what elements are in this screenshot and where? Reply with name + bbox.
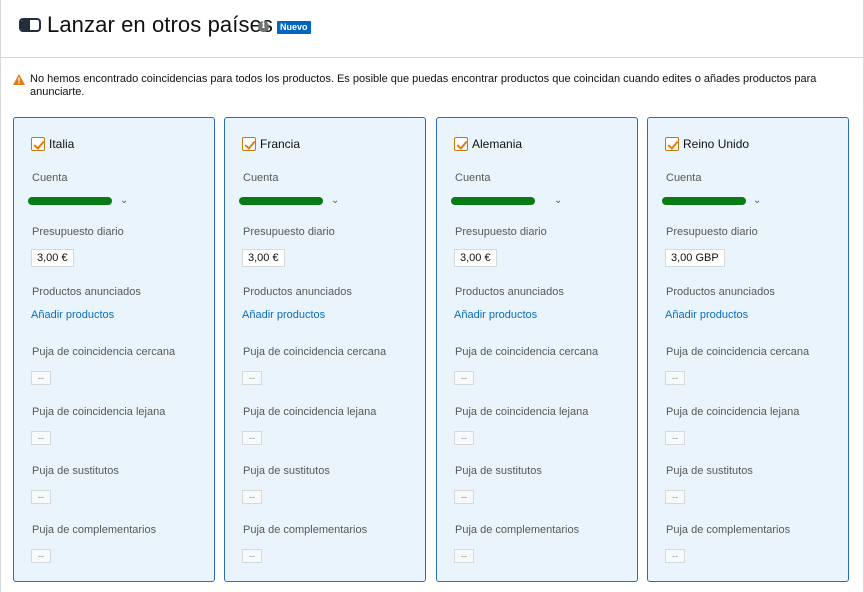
advertised-products-label: Productos anunciados <box>455 286 564 298</box>
chevron-down-icon[interactable]: ⌄ <box>331 194 339 208</box>
country-name: Italia <box>49 137 75 151</box>
page-header: Lanzar en otros países i Nuevo <box>0 0 864 58</box>
account-select[interactable]: ⌄ <box>451 194 562 208</box>
new-badge: Nuevo <box>277 21 311 34</box>
complements-bid-label: Puja de complementarios <box>455 524 580 536</box>
close-match-bid-label: Puja de coincidencia cercana <box>666 346 810 358</box>
warning-icon <box>13 74 25 85</box>
substitutes-bid-label: Puja de sustitutos <box>666 465 753 477</box>
chevron-down-icon[interactable]: ⌄ <box>753 194 761 208</box>
loose-match-bid-label: Puja de coincidencia lejana <box>243 406 377 418</box>
close-match-bid-value[interactable]: -- <box>454 371 474 385</box>
close-match-bid-label: Puja de coincidencia cercana <box>243 346 387 358</box>
advertised-products-label: Productos anunciados <box>666 286 775 298</box>
account-redaction <box>239 197 323 205</box>
daily-budget-label: Presupuesto diario <box>243 226 335 238</box>
account-redaction <box>28 197 112 205</box>
daily-budget-input[interactable]: 3,00 € <box>454 249 497 267</box>
loose-match-bid-label: Puja de coincidencia lejana <box>32 406 166 418</box>
substitutes-bid-label: Puja de sustitutos <box>32 465 119 477</box>
country-name: Francia <box>260 137 301 151</box>
advertised-products-label: Productos anunciados <box>32 286 141 298</box>
close-match-bid-label: Puja de coincidencia cercana <box>32 346 176 358</box>
marketplace-checkbox[interactable] <box>242 137 256 151</box>
panel-toggle-icon[interactable] <box>19 18 41 32</box>
daily-budget-input[interactable]: 3,00 GBP <box>665 249 725 267</box>
account-redaction <box>662 197 746 205</box>
country-name: Reino Unido <box>683 137 750 151</box>
complements-bid-value[interactable]: -- <box>31 549 51 563</box>
add-products-link[interactable]: Añadir productos <box>454 309 537 322</box>
loose-match-bid-value[interactable]: -- <box>665 431 685 445</box>
close-match-bid-label: Puja de coincidencia cercana <box>455 346 599 358</box>
country-name: Alemania <box>472 137 523 151</box>
add-products-link[interactable]: Añadir productos <box>665 309 748 322</box>
page-title: Lanzar en otros países <box>47 12 274 37</box>
daily-budget-label: Presupuesto diario <box>32 226 124 238</box>
complements-bid-value[interactable]: -- <box>242 549 262 563</box>
warning-text: No hemos encontrado coincidencias para t… <box>30 73 817 98</box>
complements-bid-label: Puja de complementarios <box>243 524 368 536</box>
substitutes-bid-label: Puja de sustitutos <box>243 465 330 477</box>
daily-budget-label: Presupuesto diario <box>455 226 547 238</box>
account-label: Cuenta <box>666 172 702 184</box>
info-icon[interactable]: i <box>258 21 269 32</box>
close-match-bid-value[interactable]: -- <box>665 371 685 385</box>
add-products-link[interactable]: Añadir productos <box>242 309 325 322</box>
loose-match-bid-label: Puja de coincidencia lejana <box>455 406 589 418</box>
advertised-products-label: Productos anunciados <box>243 286 352 298</box>
daily-budget-label: Presupuesto diario <box>666 226 758 238</box>
close-match-bid-value[interactable]: -- <box>242 371 262 385</box>
substitutes-bid-value[interactable]: -- <box>665 490 685 504</box>
chevron-down-icon[interactable]: ⌄ <box>554 194 562 208</box>
marketplace-card: Francia Cuenta ⌄ Presupuesto diario 3,00 € Pr… <box>224 117 426 582</box>
loose-match-bid-value[interactable]: -- <box>31 431 51 445</box>
substitutes-bid-label: Puja de sustitutos <box>455 465 542 477</box>
daily-budget-input[interactable]: 3,00 € <box>31 249 74 267</box>
loose-match-bid-label: Puja de coincidencia lejana <box>666 406 800 418</box>
account-select[interactable]: ⌄ <box>28 194 138 208</box>
loose-match-bid-value[interactable]: -- <box>242 431 262 445</box>
daily-budget-input[interactable]: 3,00 € <box>242 249 285 267</box>
marketplace-card: Reino Unido Cuenta ⌄ Presupuesto diario 3,00… <box>647 117 849 582</box>
complements-bid-label: Puja de complementarios <box>32 524 157 536</box>
account-label: Cuenta <box>243 172 279 184</box>
marketplace-card: Italia Cuenta ⌄ Presupuesto diario 3,00 € Pro… <box>13 117 215 582</box>
close-match-bid-value[interactable]: -- <box>31 371 51 385</box>
complements-bid-value[interactable]: -- <box>665 549 685 563</box>
marketplace-checkbox[interactable] <box>31 137 45 151</box>
complements-bid-value[interactable]: -- <box>454 549 474 563</box>
account-label: Cuenta <box>32 172 68 184</box>
complements-bid-label: Puja de complementarios <box>666 524 791 536</box>
substitutes-bid-value[interactable]: -- <box>31 490 51 504</box>
marketplace-checkbox[interactable] <box>665 137 679 151</box>
account-label: Cuenta <box>455 172 491 184</box>
substitutes-bid-value[interactable]: -- <box>454 490 474 504</box>
substitutes-bid-value[interactable]: -- <box>242 490 262 504</box>
account-select[interactable]: ⌄ <box>239 194 349 208</box>
marketplace-checkbox[interactable] <box>454 137 468 151</box>
account-select[interactable]: ⌄ <box>662 194 772 208</box>
warning-alert: No hemos encontrado coincidencias para t… <box>13 73 853 99</box>
loose-match-bid-value[interactable]: -- <box>454 431 474 445</box>
chevron-down-icon[interactable]: ⌄ <box>120 194 128 208</box>
add-products-link[interactable]: Añadir productos <box>31 309 114 322</box>
marketplace-card: Alemania Cuenta ⌄ Presupuesto diario 3,00 € P… <box>436 117 638 582</box>
account-redaction <box>451 197 535 205</box>
